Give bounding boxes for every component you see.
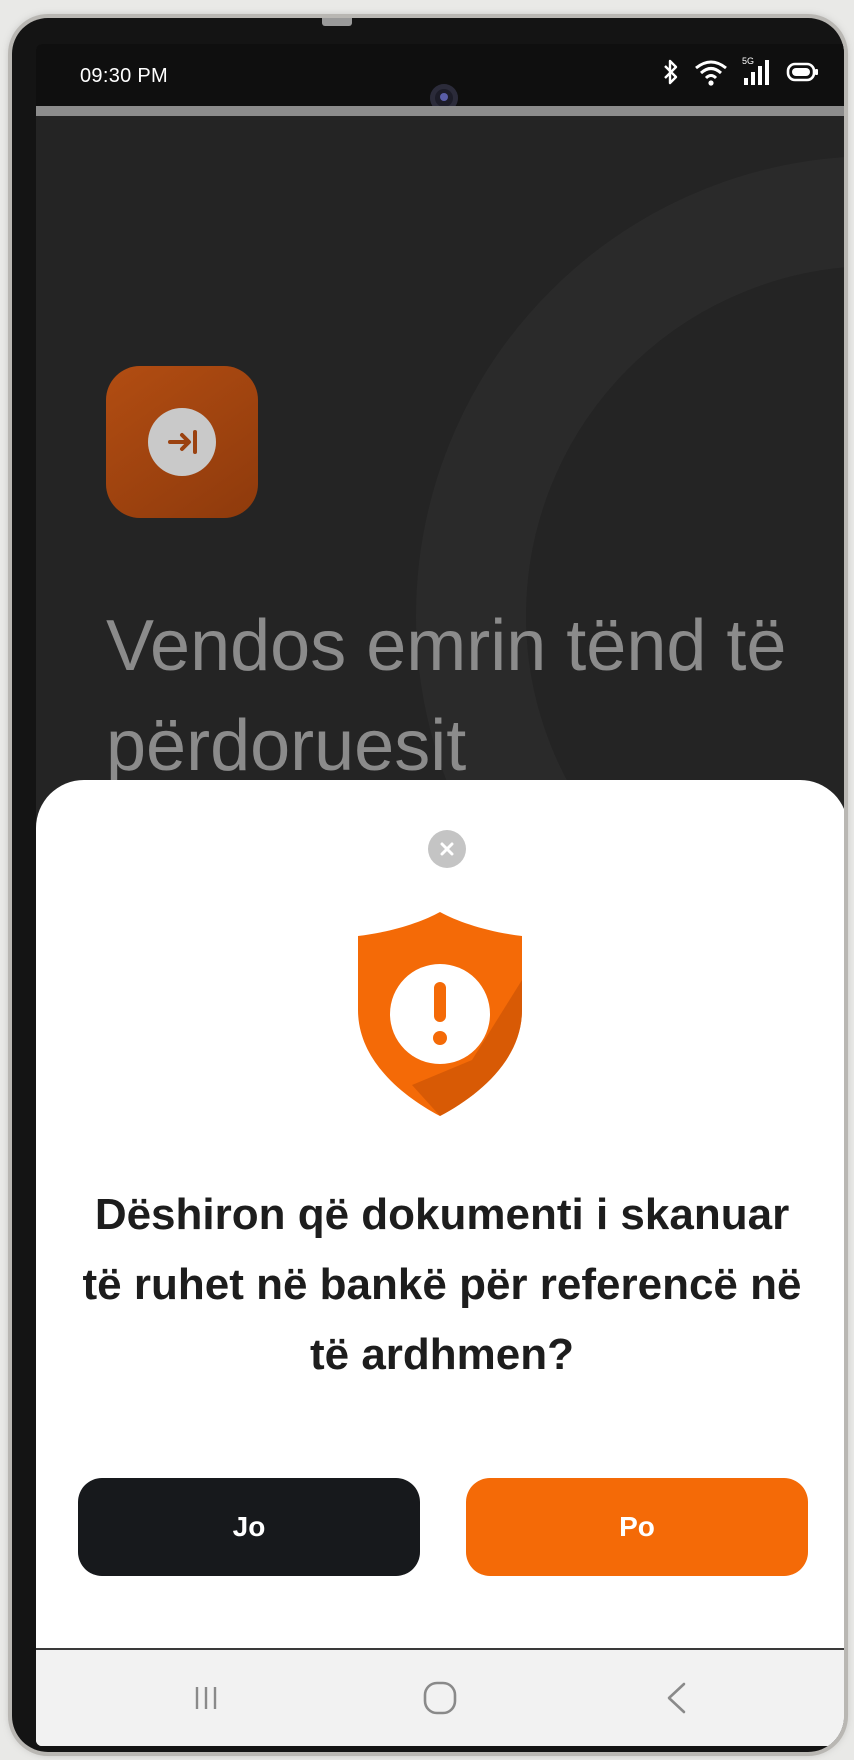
confirmation-sheet: Dëshiron që dokumenti i skanuar të ruhet…: [36, 780, 844, 1746]
no-button[interactable]: Jo: [78, 1478, 420, 1576]
status-divider: [36, 106, 844, 116]
network-label: 5G: [742, 56, 755, 66]
back-icon[interactable]: [656, 1680, 696, 1716]
login-arrow-icon: [106, 366, 258, 518]
battery-icon: [786, 58, 820, 86]
yes-button[interactable]: Po: [466, 1478, 808, 1576]
bluetooth-icon: [662, 58, 680, 86]
recent-apps-icon[interactable]: [186, 1680, 226, 1716]
shield-alert-icon: [352, 910, 528, 1120]
screen: 09:30 PM 5G Vendos emrin tënd të përdoru…: [36, 44, 844, 1746]
status-bar: 09:30 PM 5G: [36, 44, 844, 112]
status-icons: 5G: [662, 56, 820, 86]
navigation-bar: [36, 1648, 844, 1746]
status-time: 09:30 PM: [80, 65, 169, 87]
close-icon[interactable]: [428, 830, 466, 868]
signal-5g-icon: 5G: [742, 56, 772, 86]
dialog-question: Dëshiron që dokumenti i skanuar të ruhet…: [82, 1190, 802, 1379]
phone-button-edge: [322, 18, 352, 26]
home-icon[interactable]: [420, 1680, 460, 1716]
phone-frame: 09:30 PM 5G Vendos emrin tënd të përdoru…: [12, 18, 844, 1752]
page-title: Vendos emrin tënd të përdoruesit: [106, 606, 787, 786]
wifi-icon: [694, 58, 728, 86]
